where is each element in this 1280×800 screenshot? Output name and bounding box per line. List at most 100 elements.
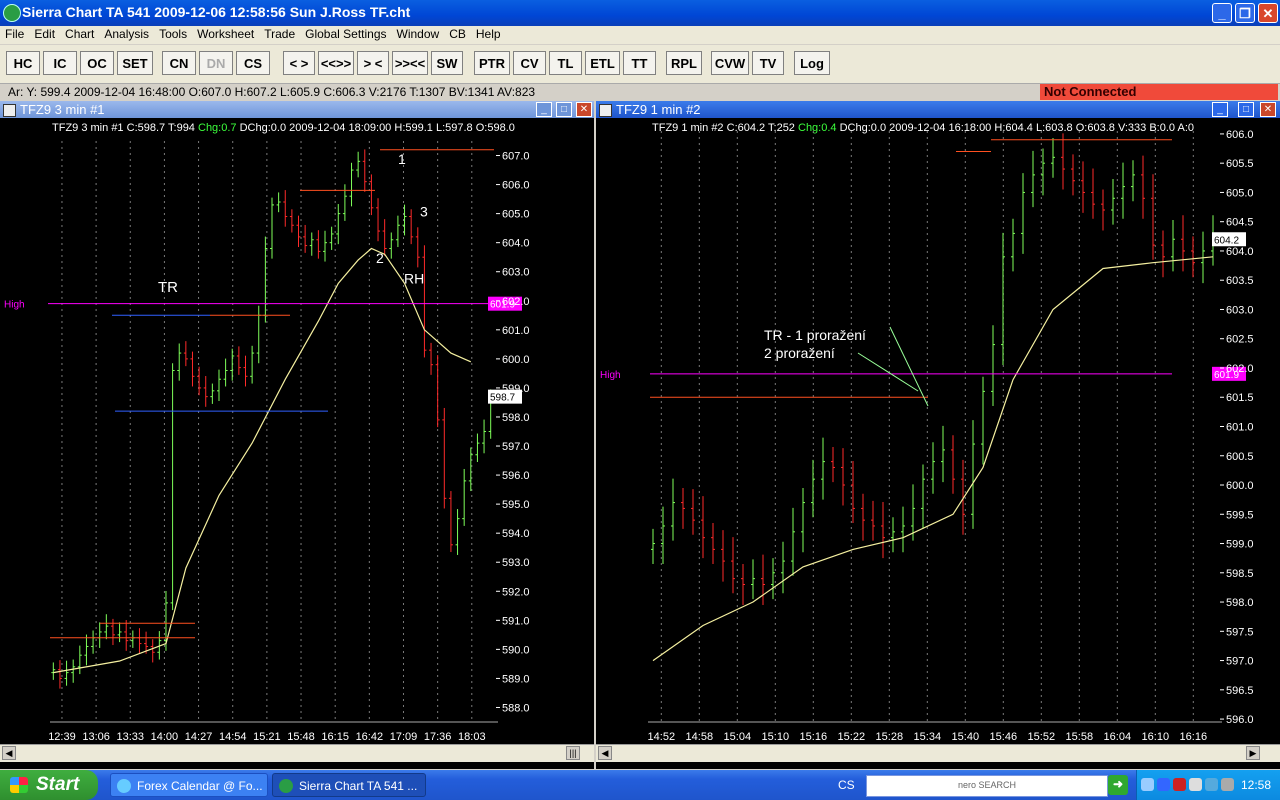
y-tick-label: 601.5 — [1226, 392, 1254, 404]
volume-icon[interactable] — [1189, 778, 1202, 791]
tray-expand-icon[interactable] — [1141, 778, 1154, 791]
close-button[interactable]: ✕ — [1258, 3, 1278, 23]
x-tick-label: 15:46 — [990, 731, 1018, 743]
task-forex-calendar[interactable]: Forex Calendar @ Fo... — [110, 773, 268, 797]
minimize-button[interactable]: _ — [1212, 3, 1232, 23]
y-tick-label: 601.0 — [502, 325, 530, 337]
x-tick-label: 15:04 — [724, 731, 752, 743]
app-title-bar: Sierra Chart TA 541 2009-12-06 12:58:56 … — [0, 0, 1280, 26]
device-icon[interactable] — [1221, 778, 1234, 791]
status-line: Ar: Y: 599.4 2009-12-04 16:48:00 O:607.0… — [0, 84, 1280, 101]
y-tick-label: 588.0 — [502, 702, 530, 714]
zoom-button-4[interactable]: >><< — [392, 51, 428, 75]
x-tick-label: 14:58 — [686, 731, 714, 743]
x-tick-label: 16:16 — [1180, 731, 1208, 743]
y-tick-label: 598.0 — [502, 412, 530, 424]
x-tick-label: 15:34 — [914, 731, 942, 743]
x-tick-label: 15:22 — [838, 731, 866, 743]
scroll-left-icon[interactable]: ◀ — [598, 746, 612, 760]
scroll-thumb[interactable]: ||| — [566, 746, 580, 760]
menu-cb[interactable]: CB — [444, 26, 471, 41]
app-title: Sierra Chart TA 541 2009-12-06 12:58:56 … — [22, 4, 411, 20]
y-tick-label: 602.5 — [1226, 334, 1254, 346]
nero-search-field[interactable]: nero SEARCH — [866, 775, 1108, 797]
tv-button[interactable]: TV — [752, 51, 784, 75]
maximize-button[interactable]: ❐ — [1235, 3, 1255, 23]
y-tick-label: 604.5 — [1226, 217, 1254, 229]
scroll-right-icon[interactable]: ▶ — [1246, 746, 1260, 760]
chart-window-2: TFZ9 1 min #2 _ □ ✕ TFZ9 1 min #2 C:604.… — [596, 101, 1280, 769]
high-line-label: High — [4, 300, 25, 311]
menu-file[interactable]: File — [0, 26, 29, 41]
menu-global-settings[interactable]: Global Settings — [300, 26, 391, 41]
y-tick-label: 599.0 — [502, 383, 530, 395]
y-tick-label: 604.0 — [502, 238, 530, 250]
ic-button[interactable]: IC — [43, 51, 77, 75]
y-tick-label: 597.0 — [1226, 656, 1254, 668]
zoom-button-2[interactable]: <<>> — [318, 51, 354, 75]
cvw-button[interactable]: CVW — [711, 51, 749, 75]
chart-1-plot[interactable]: High 601.9598.7TR123RH 607.0606.0605.0604… — [0, 101, 594, 752]
annotation-3: 3 — [420, 204, 428, 220]
antivirus-icon[interactable] — [1173, 778, 1186, 791]
chart-2-horizontal-scrollbar[interactable]: ◀ ▶ — [596, 744, 1280, 762]
x-tick-label: 14:52 — [648, 731, 676, 743]
annotation-1: 1 — [398, 151, 406, 167]
zoom-button-1[interactable]: < > — [283, 51, 315, 75]
menu-window[interactable]: Window — [392, 26, 445, 41]
menu-tools[interactable]: Tools — [154, 26, 192, 41]
sw-button[interactable]: SW — [431, 51, 463, 75]
menu-chart[interactable]: Chart — [60, 26, 99, 41]
language-indicator[interactable]: CS — [838, 778, 855, 792]
chart-2-plot[interactable]: High 601.9604.2TR - 1 proražení2 proražen… — [596, 101, 1280, 752]
menu-bar: File Edit Chart Analysis Tools Worksheet Trade… — [0, 26, 1280, 44]
y-tick-label: 607.0 — [502, 151, 530, 163]
zoom-button-3[interactable]: > < — [357, 51, 389, 75]
cv-button[interactable]: CV — [513, 51, 546, 75]
log-button[interactable]: Log — [794, 51, 830, 75]
security-icon[interactable] — [1205, 778, 1218, 791]
x-tick-label: 15:28 — [876, 731, 904, 743]
rpl-button[interactable]: RPL — [666, 51, 702, 75]
oc-button[interactable]: OC — [80, 51, 114, 75]
menu-trade[interactable]: Trade — [259, 26, 300, 41]
system-tray: 12:58 — [1136, 770, 1280, 800]
y-tick-label: 602.0 — [1226, 363, 1254, 375]
y-tick-label: 598.0 — [1226, 597, 1254, 609]
cursor-info: Ar: Y: 599.4 2009-12-04 16:48:00 O:607.0… — [8, 85, 536, 99]
tt-button[interactable]: TT — [623, 51, 656, 75]
annotation-tr: TR — [158, 279, 178, 296]
dn-button[interactable]: DN — [199, 51, 233, 75]
menu-worksheet[interactable]: Worksheet — [192, 26, 259, 41]
tl-button[interactable]: TL — [549, 51, 582, 75]
y-tick-label: 595.0 — [502, 499, 530, 511]
connection-status: Not Connected — [1040, 84, 1278, 100]
x-tick-label: 14:54 — [219, 731, 247, 743]
set-button[interactable]: SET — [117, 51, 153, 75]
etl-button[interactable]: ETL — [585, 51, 620, 75]
menu-analysis[interactable]: Analysis — [99, 26, 154, 41]
hc-button[interactable]: HC — [6, 51, 40, 75]
y-tick-label: 596.0 — [1226, 714, 1254, 726]
y-tick-label: 590.0 — [502, 644, 530, 656]
y-tick-label: 601.0 — [1226, 422, 1254, 434]
y-tick-label: 598.5 — [1226, 568, 1254, 580]
menu-help[interactable]: Help — [471, 26, 506, 41]
network-icon[interactable] — [1157, 778, 1170, 791]
menu-edit[interactable]: Edit — [29, 26, 60, 41]
search-go-icon[interactable]: ➜ — [1108, 775, 1128, 795]
y-tick-label: 605.0 — [502, 209, 530, 221]
start-button[interactable]: Start — [0, 770, 98, 800]
cs-button[interactable]: CS — [236, 51, 270, 75]
ptr-button[interactable]: PTR — [474, 51, 510, 75]
browser-icon — [117, 779, 131, 793]
y-tick-label: 597.0 — [502, 441, 530, 453]
last-price-label: 604.2 — [1214, 235, 1239, 246]
scroll-left-icon[interactable]: ◀ — [2, 746, 16, 760]
chart-1-horizontal-scrollbar[interactable]: ◀ ||| — [0, 744, 594, 762]
x-tick-label: 15:52 — [1028, 731, 1056, 743]
y-tick-label: 599.5 — [1226, 509, 1254, 521]
cn-button[interactable]: CN — [162, 51, 196, 75]
y-tick-label: 600.0 — [502, 354, 530, 366]
task-sierra-chart[interactable]: Sierra Chart TA 541 ... — [272, 773, 426, 797]
